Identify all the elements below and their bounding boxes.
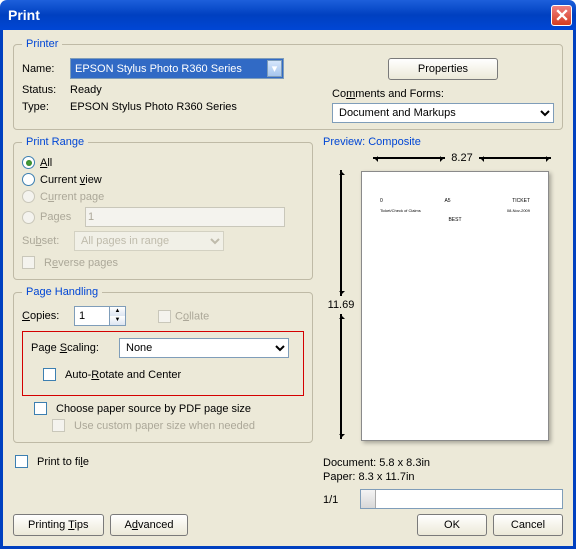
printer-group: Printer Name: EPSON Stylus Photo R360 Se… <box>13 38 563 130</box>
pages-input <box>85 207 285 227</box>
collate-check: Collate <box>158 310 209 323</box>
page-slider[interactable] <box>360 489 563 509</box>
subset-label: Subset: <box>22 235 68 247</box>
type-value: EPSON Stylus Photo R360 Series <box>70 101 237 113</box>
spin-up-icon[interactable]: ▲ <box>110 307 125 316</box>
preview-header: Preview: Composite <box>323 136 563 148</box>
custom-paper-check: Use custom paper size when needed <box>52 419 304 432</box>
radio-icon <box>22 211 35 224</box>
checkbox-icon <box>34 402 47 415</box>
properties-button[interactable]: Properties <box>388 58 498 80</box>
reverse-check: Reverse pages <box>22 256 304 269</box>
page-handling-group: Page Handling Copies: ▲▼ Collate Page Sc… <box>13 286 313 443</box>
checkbox-icon <box>15 455 28 468</box>
page-number: 1/1 <box>323 494 338 506</box>
checkbox-icon <box>22 256 35 269</box>
choose-source-check[interactable]: Choose paper source by PDF page size <box>34 402 304 415</box>
radio-icon <box>22 156 35 169</box>
subset-select: All pages in range <box>74 231 224 251</box>
printer-name-select[interactable]: EPSON Stylus Photo R360 Series ▾ <box>70 58 284 79</box>
titlebar: Print <box>0 0 576 30</box>
page-preview: 0A5TICKET Ticket/Check of Claims08-Nov-2… <box>361 171 549 441</box>
auto-rotate-check[interactable]: Auto-Rotate and Center <box>43 368 295 381</box>
footer: Printing Tips Advanced OK Cancel <box>13 514 563 536</box>
doc-size: Document: 5.8 x 8.3in <box>323 457 563 469</box>
printing-tips-button[interactable]: Printing Tips <box>13 514 104 536</box>
radio-current-page: Current page <box>22 190 304 203</box>
window-title: Print <box>8 7 40 23</box>
scaling-select[interactable]: None <box>119 338 289 358</box>
ok-button[interactable]: OK <box>417 514 487 536</box>
checkbox-icon <box>43 368 56 381</box>
spin-down-icon[interactable]: ▼ <box>110 316 125 325</box>
radio-current-view[interactable]: Current view <box>22 173 304 186</box>
preview-box: 8.27 11.69 0A5TICKET Ticket/Check of Cla… <box>323 152 563 449</box>
width-dimension: 8.27 <box>373 152 551 164</box>
radio-all[interactable]: All <box>22 156 304 169</box>
checkbox-icon <box>158 310 171 323</box>
cancel-button[interactable]: Cancel <box>493 514 563 536</box>
copies-spinner[interactable]: ▲▼ <box>74 306 126 326</box>
scaling-label: Page Scaling: <box>31 342 113 354</box>
comments-select[interactable]: Document and Markups <box>332 103 554 123</box>
handling-legend: Page Handling <box>22 286 102 298</box>
print-to-file-check[interactable]: Print to file <box>15 455 313 468</box>
radio-icon <box>22 173 35 186</box>
name-label: Name: <box>22 63 64 75</box>
printer-legend: Printer <box>22 38 62 50</box>
close-button[interactable] <box>551 5 572 26</box>
chevron-down-icon: ▾ <box>267 60 282 77</box>
type-label: Type: <box>22 101 64 113</box>
advanced-button[interactable]: Advanced <box>110 514 189 536</box>
status-label: Status: <box>22 84 64 96</box>
copies-label: Copies: <box>22 310 68 322</box>
comments-label: Comments and Forms: <box>332 88 554 100</box>
radio-icon <box>22 190 35 203</box>
range-legend: Print Range <box>22 136 88 148</box>
scaling-highlight-box: Page Scaling: None Auto-Rotate and Cente… <box>22 331 304 396</box>
dialog-body: Printer Name: EPSON Stylus Photo R360 Se… <box>0 30 576 549</box>
height-dimension: 11.69 <box>325 170 357 439</box>
checkbox-icon <box>52 419 65 432</box>
status-value: Ready <box>70 84 102 96</box>
radio-pages: Pages <box>22 207 304 227</box>
paper-size: Paper: 8.3 x 11.7in <box>323 471 563 483</box>
print-range-group: Print Range All Current view Current pag… <box>13 136 313 280</box>
